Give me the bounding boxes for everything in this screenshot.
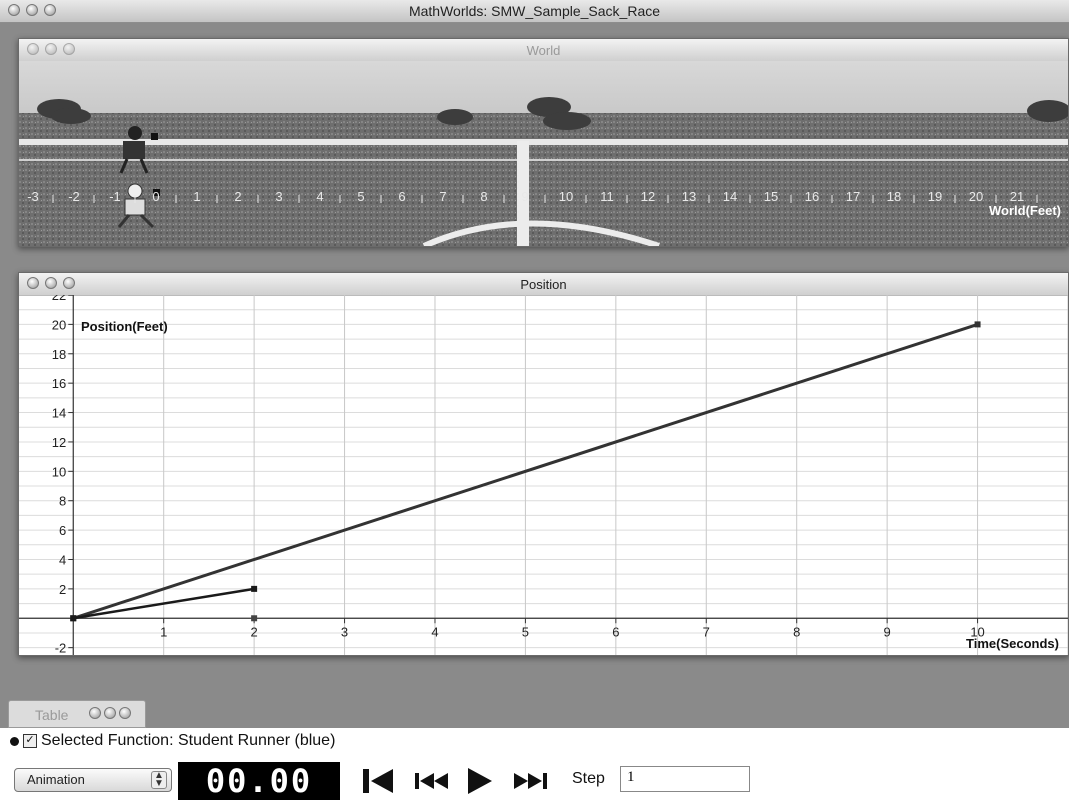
y-tick-label: -2 [55,641,67,655]
world-tick-label: -2 [68,189,80,204]
world-tick-label: 3 [275,189,282,204]
world-tick-label: 16 [805,189,819,204]
y-tick-label: 20 [52,317,66,332]
world-tick-label: 2 [234,189,241,204]
data-point[interactable] [70,615,77,622]
world-tick-label: 14 [723,189,737,204]
x-tick-label: 3 [341,624,348,639]
position-chart[interactable]: -22468101214161820221 2 3 4 5 6 7 8 9 10 Position… [19,295,1068,655]
world-title: World [526,43,561,58]
world-tick-label: 12 [641,189,655,204]
world-tick-label: 20 [969,189,983,204]
position-window: Position -2 2 4 6 8 10 12 14 16 18 20 22 1 2 3 4 5 6 7 8 9 10… [18,272,1069,656]
position-graph[interactable]: -2 2 4 6 8 10 12 14 16 18 20 22 1 2 3 4 5 6 7 8 9 10 Position… [19,295,1068,655]
x-tick-label: 5 [522,624,529,639]
x-axis-label: Time(Seconds) [966,636,1059,651]
x-tick-label: 1 [160,624,167,639]
y-tick-label: 8 [59,494,66,509]
play-icon[interactable] [464,766,496,796]
y-tick-label: 16 [52,376,66,391]
world-window: World -3 -2 -1 0 1 2 3 4 5 6 7 8 9 10 11… [18,38,1069,247]
world-tick-label: 18 [887,189,901,204]
x-tick-label: 9 [884,624,891,639]
world-tick-label: 8 [480,189,487,204]
world-tick-label: 10 [559,189,573,204]
world-axis-label: World(Feet) [989,203,1061,218]
world-tick-label: -3 [27,189,39,204]
y-tick-label: 10 [52,464,66,479]
y-tick-label: 4 [59,552,66,567]
world-tick-label: -1 [109,189,121,204]
table-tab-label: Table [35,707,69,723]
mode-select-value: Animation [27,772,85,787]
world-tick-label: 15 [764,189,778,204]
y-tick-label: 12 [52,435,66,450]
world-tick-label: 13 [682,189,696,204]
app-title: MathWorlds: SMW_Sample_Sack_Race [408,3,661,19]
table-close-button[interactable] [89,707,101,719]
world-tick-label: 0 [152,189,159,204]
fast-forward-icon[interactable] [512,766,550,796]
y-tick-label: 22 [52,295,66,303]
app-titlebar: MathWorlds: SMW_Sample_Sack_Race [0,0,1069,23]
bullet-icon [10,736,19,746]
world-tick-label: 6 [398,189,405,204]
world-titlebar[interactable]: World [19,39,1068,62]
y-tick-label: 18 [52,347,66,362]
table-minimize-button[interactable] [104,707,116,719]
world-tick-label: 5 [357,189,364,204]
world-tick-label: 4 [316,189,323,204]
x-tick-label: 4 [431,624,438,639]
x-tick-label: 7 [703,624,710,639]
world-tick-label: 21 [1010,189,1024,204]
world-scene: -3 -2 -1 0 1 2 3 4 5 6 7 8 9 10 11 12 13 14 15 16 17 18 19 20 21… [19,61,1068,246]
control-bar: ✓ Selected Function: Student Runner (blu… [0,728,1069,806]
position-titlebar[interactable]: Position [19,273,1068,296]
data-point[interactable] [251,615,258,622]
step-label: Step [572,770,605,787]
selected-function-checkbox[interactable]: ✓ [23,734,37,748]
selected-function-label: Selected Function: Student Runner (blue) [41,732,336,749]
rewind-icon[interactable] [412,766,450,796]
y-axis-label: Position(Feet) [81,319,168,334]
data-point[interactable] [251,585,258,592]
table-window-tab[interactable]: Table [8,700,146,728]
world-tick-label: 19 [928,189,942,204]
time-display: 00.00 [178,762,340,800]
step-input[interactable]: 1 [620,766,750,792]
mode-select[interactable]: Animation ▲ ▼ [14,768,172,792]
x-tick-label: 6 [612,624,619,639]
world-tick-label: 17 [846,189,860,204]
skip-to-start-icon[interactable] [360,766,396,796]
selected-function-row: ✓ Selected Function: Student Runner (blu… [10,732,335,750]
chevron-updown-icon: ▲ ▼ [151,771,167,789]
y-tick-label: 6 [59,523,66,538]
y-tick-label: 14 [52,406,66,421]
x-tick-label: 8 [793,624,800,639]
x-tick-label: 2 [251,624,258,639]
y-tick-label: 2 [59,582,66,597]
data-point[interactable] [974,321,981,328]
world-tick-label: 1 [193,189,200,204]
world-tick-label: 9 [521,189,528,204]
position-title: Position [520,277,567,292]
table-zoom-button[interactable] [119,707,131,719]
world-field: -3 -2 -1 0 1 2 3 4 5 6 7 8 9 10 11 12 13 14 15 16 17 18 19 20 21… [19,61,1068,246]
world-tick-label: 7 [439,189,446,204]
world-tick-label: 11 [600,189,614,204]
